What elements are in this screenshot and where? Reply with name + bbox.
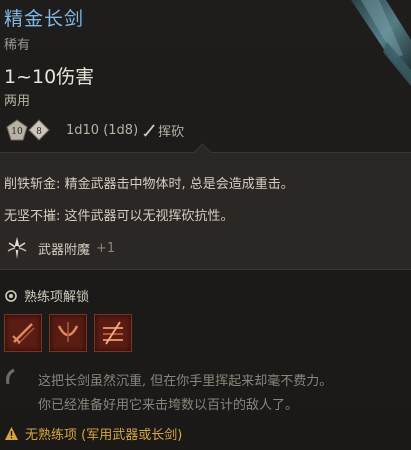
warning-icon bbox=[5, 427, 18, 440]
proficiency-unlock-title: 熟练项解锁 bbox=[4, 286, 89, 305]
sword-illustration bbox=[351, 0, 411, 86]
item-rarity: 稀有 bbox=[4, 38, 31, 53]
item-tooltip: 精金长剑 稀有 1~10伤害 两用 10 8 1d10 (1d8) 挥砍 削铁斩… bbox=[0, 0, 411, 450]
dice-row: 10 8 1d10 (1d8) 挥砍 bbox=[6, 116, 184, 144]
enchantment-bonus: +1 bbox=[96, 240, 116, 256]
skill-lacerate-icon[interactable] bbox=[94, 314, 132, 352]
dice-roll: 1d10 (1d8) bbox=[66, 122, 139, 138]
enchantment-label: 武器附魔 bbox=[38, 242, 91, 258]
description-line-2: 你已经准备好用它来击垮数以百计的敌人了。 bbox=[38, 398, 299, 413]
properties-panel: 削铁斩金: 精金武器击中物体时, 总是会造成重击。 无坚不摧: 这件武器可以无视… bbox=[0, 152, 411, 270]
weapon-enchantment: 武器附魔 +1 bbox=[4, 233, 115, 263]
slash-icon bbox=[143, 124, 155, 137]
svg-text:8: 8 bbox=[36, 127, 42, 137]
item-name: 精金长剑 bbox=[4, 8, 85, 30]
enchantment-icon bbox=[7, 237, 27, 259]
quote-icon bbox=[6, 368, 15, 385]
svg-text:10: 10 bbox=[11, 127, 23, 137]
tooltip-header: 精金长剑 稀有 1~10伤害 两用 10 8 1d10 (1d8) 挥砍 bbox=[0, 0, 411, 150]
damage-type: 挥砍 bbox=[158, 124, 185, 140]
no-proficiency-warning: 无熟练项 (军用武器或长剑) bbox=[4, 424, 182, 443]
description-line-1: 这把长剑虽然沉重, 但在你手里挥起来却毫不费力。 bbox=[38, 374, 333, 389]
proficiency-skills bbox=[4, 314, 132, 352]
property-adamantine: 削铁斩金: 精金武器击中物体时, 总是会造成重击。 bbox=[4, 177, 294, 192]
unlock-icon bbox=[5, 289, 17, 302]
skill-cleave-icon[interactable] bbox=[49, 314, 87, 352]
skill-slash-icon[interactable] bbox=[4, 314, 42, 352]
property-indestructible: 无坚不摧: 这件武器可以无视挥砍抗性。 bbox=[4, 209, 234, 224]
damage-range: 1~10伤害 bbox=[4, 66, 95, 88]
warning-text: 无熟练项 (军用武器或长剑) bbox=[25, 428, 183, 443]
d8-icon: 8 bbox=[28, 119, 50, 141]
handedness: 两用 bbox=[4, 94, 31, 109]
proficiency-title-text: 熟练项解锁 bbox=[24, 290, 90, 305]
d10-icon: 10 bbox=[6, 119, 28, 141]
